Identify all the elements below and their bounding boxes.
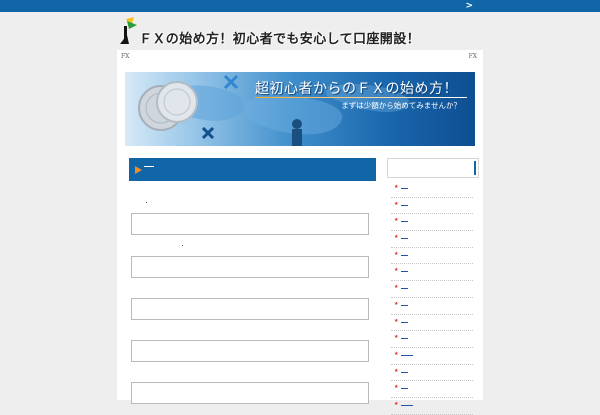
logo-mark-icon <box>120 17 137 44</box>
sidebar-item-link[interactable] <box>401 271 408 273</box>
red-star-icon: ★ <box>394 367 399 374</box>
sidebar-item[interactable]: ★ <box>391 381 473 398</box>
content-box[interactable] <box>131 340 369 362</box>
sidebar-item-link[interactable] <box>401 238 408 240</box>
red-star-icon: ★ <box>394 300 399 307</box>
sidebar-item-link[interactable] <box>401 221 408 223</box>
sidebar-item[interactable]: ★ <box>391 231 473 248</box>
sidebar-item-link[interactable] <box>401 304 408 306</box>
sidebar-item-link[interactable] <box>401 288 408 290</box>
site-title: ＦＸの始め方！初心者でも安心して口座開設！ <box>139 32 421 47</box>
section-heading <box>129 158 376 181</box>
hero-banner: 超初心者からのＦＸの始め方！ まずは少額から始めてみませんか？ <box>125 72 475 146</box>
sidebar-item[interactable]: ★ <box>391 315 473 332</box>
site-logo[interactable]: ＦＸの始め方！初心者でも安心して口座開設！ <box>117 17 421 47</box>
red-star-icon: ★ <box>394 267 399 274</box>
sidebar-item[interactable]: ★ <box>391 181 473 198</box>
sidebar-item[interactable]: ★ <box>391 214 473 232</box>
red-star-icon: ★ <box>394 234 399 241</box>
sidebar-item-link[interactable] <box>401 204 408 206</box>
breadcrumb-right[interactable]: FX <box>469 53 477 60</box>
content-box[interactable] <box>131 298 369 320</box>
red-star-icon: ★ <box>394 217 399 224</box>
sidebar-item-link[interactable] <box>401 254 408 256</box>
sidebar-item[interactable]: ★ <box>391 331 473 348</box>
red-star-icon: ★ <box>394 317 399 324</box>
red-star-icon: ★ <box>394 284 399 291</box>
sidebar-item-link[interactable] <box>401 321 408 323</box>
sidebar-item[interactable]: ★ <box>391 198 473 215</box>
content-box[interactable] <box>131 256 369 278</box>
sidebar-item-link[interactable] <box>401 388 408 390</box>
sidebar-item-link[interactable] <box>401 404 413 406</box>
red-star-icon: ★ <box>394 184 399 190</box>
sidebar-item[interactable]: ★ <box>391 398 473 415</box>
sidebar-heading <box>387 158 479 178</box>
red-star-icon: ★ <box>394 384 399 391</box>
chevron-right-icon[interactable]: > <box>465 0 473 12</box>
banner-title: 超初心者からのＦＸの始め方！ <box>255 81 458 97</box>
text-dot <box>182 245 183 246</box>
section-heading-link[interactable] <box>144 162 154 172</box>
banner-subtitle: まずは少額から始めてみませんか？ <box>341 101 461 110</box>
breadcrumb-left[interactable]: FX <box>121 53 129 60</box>
red-star-icon: ★ <box>394 200 399 207</box>
sidebar-item-link[interactable] <box>401 354 413 356</box>
sidebar-item[interactable]: ★ <box>391 365 473 382</box>
sidebar-list: ★ ★ ★ ★ ★ ★ ★ ★ ★ ★ ★ ★ ★ ★ <box>391 181 473 415</box>
red-star-icon: ★ <box>394 350 399 357</box>
top-nav-bar: > <box>0 0 600 12</box>
text-dot <box>146 202 147 203</box>
sidebar-item[interactable]: ★ <box>391 264 473 282</box>
content-container: FX FX 超初心者からのＦＸの始め方！ まずは少額から始めてみませんか？ ★ … <box>117 50 483 415</box>
content-box[interactable] <box>131 382 369 404</box>
sidebar-item-link[interactable] <box>401 371 408 373</box>
sidebar-heading-accent <box>474 161 476 175</box>
red-star-icon: ★ <box>394 334 399 341</box>
sidebar-item[interactable]: ★ <box>391 248 473 265</box>
red-star-icon: ★ <box>394 250 399 257</box>
banner-underline <box>255 97 467 98</box>
arrow-right-icon <box>135 166 142 174</box>
sidebar-item[interactable]: ★ <box>391 298 473 315</box>
content-box[interactable] <box>131 213 369 235</box>
sidebar-item[interactable]: ★ <box>391 348 473 365</box>
red-star-icon: ★ <box>394 400 399 407</box>
sidebar-item-link[interactable] <box>401 188 408 189</box>
sidebar-item-link[interactable] <box>401 338 408 340</box>
sidebar-item[interactable]: ★ <box>391 281 473 298</box>
